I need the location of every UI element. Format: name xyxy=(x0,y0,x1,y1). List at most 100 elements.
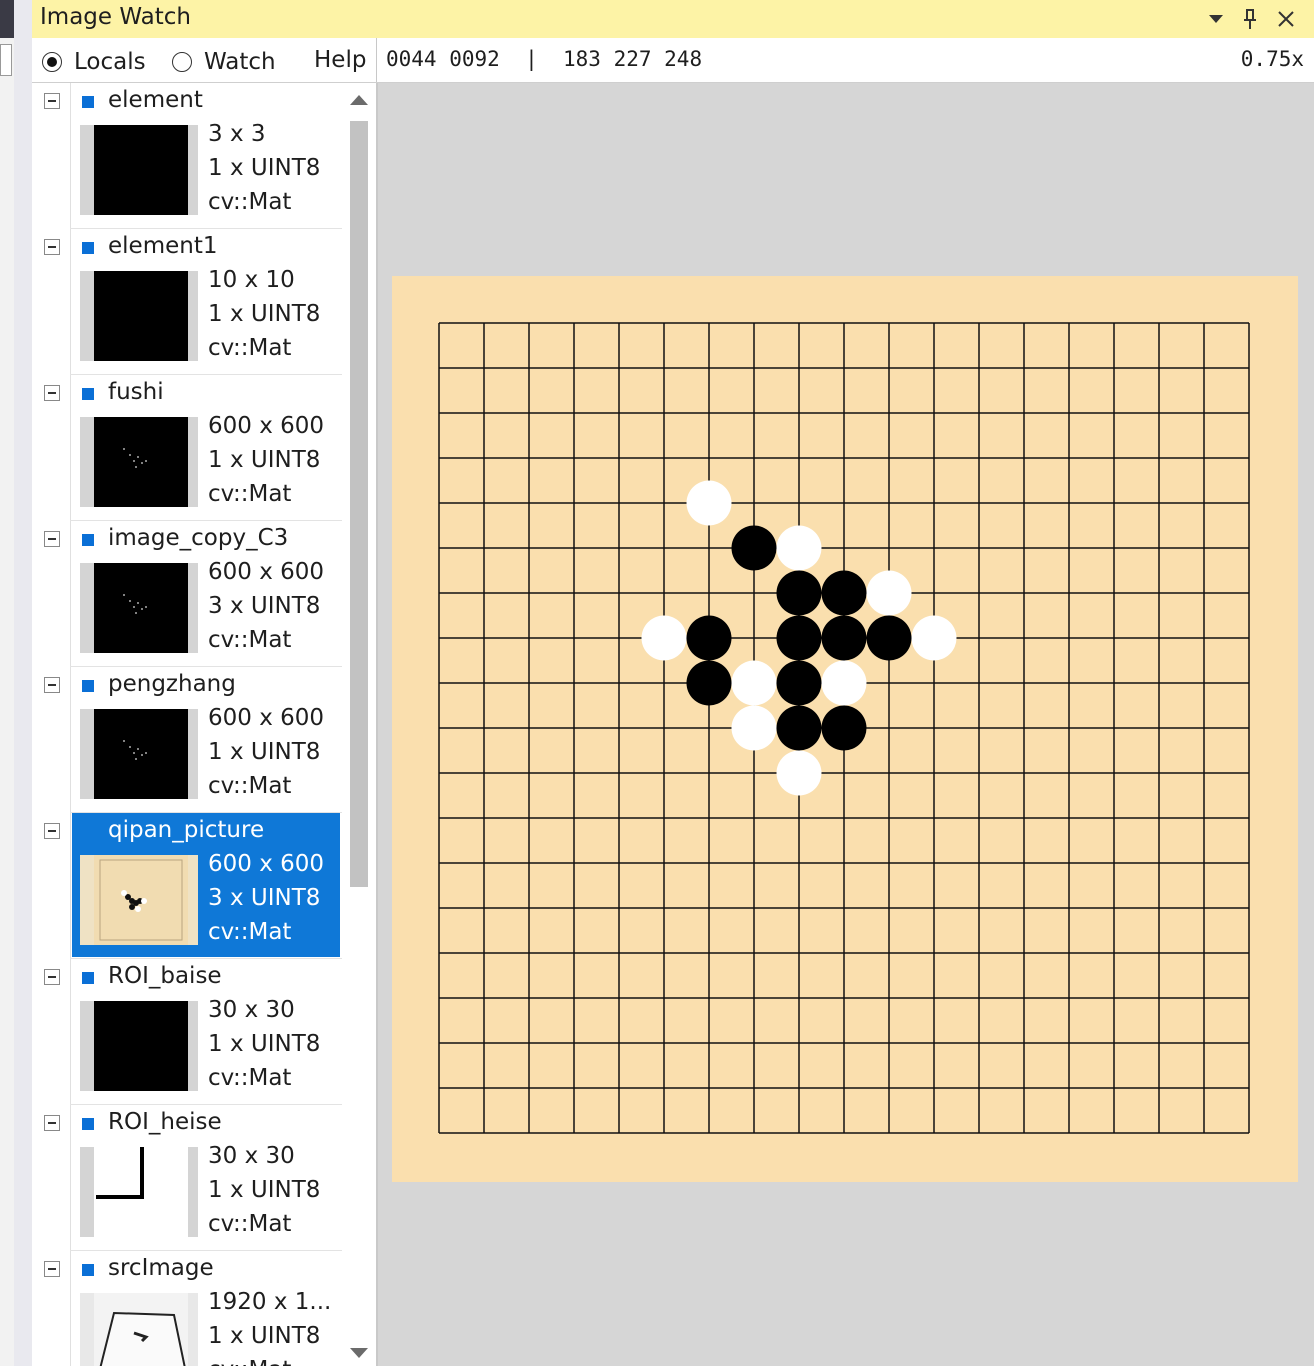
list-item[interactable]: fushi 600 x 600 1 x UINT8 cv::Mat xyxy=(32,375,342,521)
image-thumbnail xyxy=(94,709,188,799)
thumbnail-frame xyxy=(80,271,198,361)
scroll-down-icon[interactable] xyxy=(350,1348,368,1358)
image-thumbnail xyxy=(94,1293,188,1366)
item-name: qipan_picture xyxy=(108,817,265,843)
list-item[interactable]: image_copy_C3 600 x 600 3 x UINT8 cv::Mat xyxy=(32,521,342,667)
title-bar: Image Watch xyxy=(32,0,1314,38)
item-size: 30 x 30 xyxy=(208,1143,295,1169)
black-stone xyxy=(866,615,912,661)
list-item[interactable]: pengzhang 600 x 600 1 x UINT8 cv::Mat xyxy=(32,667,342,813)
list-item[interactable]: qipan_picture 600 x 600 3 x UINT8 cv::Mat xyxy=(32,813,342,959)
strip-control[interactable] xyxy=(0,44,12,76)
black-stone xyxy=(776,615,822,661)
dropdown-icon[interactable] xyxy=(1200,2,1232,36)
pixel-coords: 0044 0092 xyxy=(386,47,500,71)
item-channels: 3 x UINT8 xyxy=(208,885,321,911)
collapse-icon[interactable] xyxy=(44,677,60,693)
item-channels: 1 x UINT8 xyxy=(208,447,321,473)
tree-line xyxy=(70,1251,71,1366)
item-size: 600 x 600 xyxy=(208,851,325,877)
list-item-content[interactable]: ROI_baise30 x 301 x UINT8cv::Mat xyxy=(72,959,340,1103)
toolbar: Locals Watch Help 0044 0092 | 183 227 24… xyxy=(32,38,1314,83)
zoom-level: 0.75x xyxy=(1240,47,1304,71)
thumbnail-frame xyxy=(80,855,198,945)
collapse-icon[interactable] xyxy=(44,1261,60,1277)
item-name: fushi xyxy=(108,379,164,405)
collapse-icon[interactable] xyxy=(44,93,60,109)
list-item-content[interactable]: srcImage1920 x 1...1 x UINT8cv::Mat xyxy=(72,1251,340,1366)
collapse-icon[interactable] xyxy=(44,1115,60,1131)
list-item-content[interactable]: fushi 600 x 600 1 x UINT8 cv::Mat xyxy=(72,375,340,519)
list-item[interactable]: ROI_baise30 x 301 x UINT8cv::Mat xyxy=(32,959,342,1105)
list-item-content[interactable]: element1 10 x 10 1 x UINT8 cv::Mat xyxy=(72,229,340,373)
list-item-content[interactable]: element 3 x 31 x UINT8 cv::Mat xyxy=(72,83,340,227)
item-name: ROI_baise xyxy=(108,963,222,989)
locals-radio[interactable]: Locals xyxy=(42,49,146,75)
thumbnail-frame xyxy=(80,563,198,653)
help-link[interactable]: Help xyxy=(314,47,366,73)
tree-line xyxy=(70,229,71,375)
list-item[interactable]: element 3 x 31 x UINT8 cv::Mat xyxy=(32,83,342,229)
image-viewer[interactable] xyxy=(378,83,1314,1366)
watch-radio[interactable]: Watch xyxy=(172,49,276,75)
image-list-panel: element 3 x 31 x UINT8 cv::Mat element1 10 x… xyxy=(32,83,376,1366)
item-name: image_copy_C3 xyxy=(108,525,289,551)
list-item-content[interactable]: image_copy_C3 600 x 600 3 x UINT8 cv::Mat xyxy=(72,521,340,665)
tree-line xyxy=(70,375,71,521)
item-name: pengzhang xyxy=(108,671,236,697)
strip-dropdown[interactable] xyxy=(0,0,14,38)
list-item-content[interactable]: ROI_heise 30 x 30 1 x UINT8 cv::Mat xyxy=(72,1105,340,1249)
tree-line xyxy=(70,667,71,813)
tree-line xyxy=(70,83,71,229)
variable-icon xyxy=(82,534,94,546)
collapse-icon[interactable] xyxy=(44,531,60,547)
board-canvas xyxy=(438,322,1250,1134)
scroll-up-icon[interactable] xyxy=(350,95,368,105)
list-item[interactable]: element1 10 x 10 1 x UINT8 cv::Mat xyxy=(32,229,342,375)
black-stone xyxy=(731,525,777,571)
variable-icon xyxy=(82,680,94,692)
white-stone xyxy=(911,615,957,661)
radio-checked-icon xyxy=(42,52,62,72)
collapse-icon[interactable] xyxy=(44,823,60,839)
item-channels: 1 x UINT8 xyxy=(208,301,321,327)
collapse-icon[interactable] xyxy=(44,385,60,401)
item-size: 1920 x 1... xyxy=(208,1289,332,1315)
item-channels: 1 x UINT8 xyxy=(208,155,321,181)
item-type: cv::Mat xyxy=(208,1357,291,1366)
item-channels: 1 x UINT8 xyxy=(208,1323,321,1349)
watch-label: Watch xyxy=(204,49,276,75)
white-stone xyxy=(731,705,777,751)
item-channels: 3 x UINT8 xyxy=(208,593,321,619)
variable-icon xyxy=(82,242,94,254)
list-item-content[interactable]: qipan_picture 600 x 600 3 x UINT8 cv::Mat xyxy=(72,813,340,957)
scroll-thumb[interactable] xyxy=(350,121,368,887)
variable-icon xyxy=(82,972,94,984)
thumbnail-frame xyxy=(80,709,198,799)
collapse-icon[interactable] xyxy=(44,969,60,985)
item-name: srcImage xyxy=(108,1255,214,1281)
item-type: cv::Mat xyxy=(208,1065,292,1091)
item-channels: 1 x UINT8 xyxy=(208,1031,321,1057)
list-scrollbar[interactable] xyxy=(342,83,376,1366)
item-size: 30 x 30 xyxy=(208,997,295,1023)
image-thumbnail xyxy=(94,1001,188,1091)
white-stone xyxy=(866,570,912,616)
list-item[interactable]: srcImage1920 x 1...1 x UINT8cv::Mat xyxy=(32,1251,342,1366)
collapse-icon[interactable] xyxy=(44,239,60,255)
window-title: Image Watch xyxy=(40,4,191,30)
item-type: cv::Mat xyxy=(208,335,292,361)
white-stone xyxy=(776,525,822,571)
pin-icon[interactable] xyxy=(1234,2,1266,36)
item-name: element xyxy=(108,87,203,113)
toolbar-divider xyxy=(376,38,377,82)
item-type: cv::Mat xyxy=(208,481,292,507)
white-stone xyxy=(641,615,687,661)
list-item-content[interactable]: pengzhang 600 x 600 1 x UINT8 cv::Mat xyxy=(72,667,340,811)
variable-icon xyxy=(82,388,94,400)
item-type: cv::Mat xyxy=(208,773,292,799)
image-thumbnail xyxy=(94,855,188,945)
list-item[interactable]: ROI_heise 30 x 30 1 x UINT8 cv::Mat xyxy=(32,1105,342,1251)
close-icon[interactable] xyxy=(1270,2,1302,36)
radio-unchecked-icon xyxy=(172,52,192,72)
